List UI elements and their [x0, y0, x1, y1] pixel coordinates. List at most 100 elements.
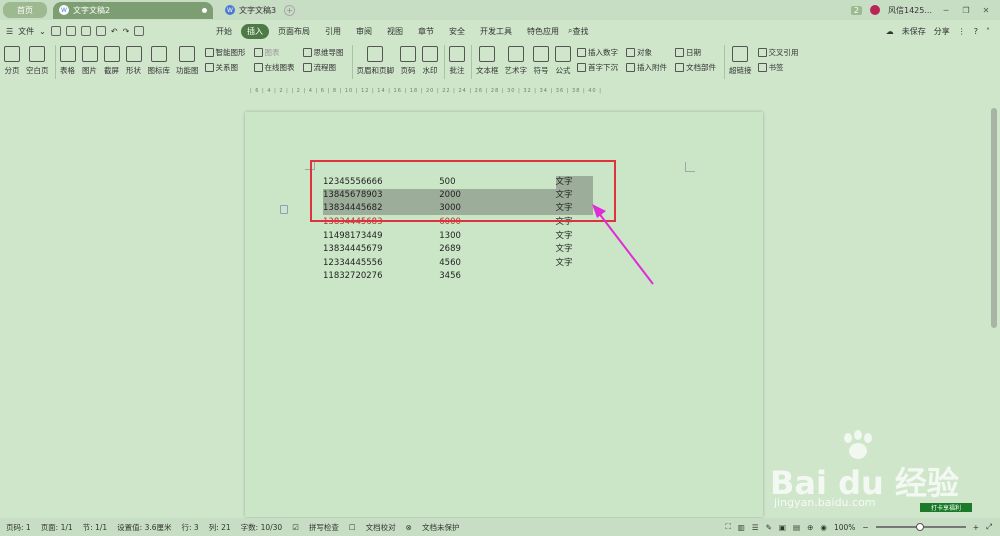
promo-badge[interactable]: 打卡享福利	[920, 503, 972, 512]
reading-icon[interactable]: ▤	[793, 523, 800, 532]
proofread-icon[interactable]: ☐	[349, 523, 356, 532]
insert-number-button[interactable]: 插入数字	[577, 47, 618, 58]
blank-page-button[interactable]: 空白页	[26, 42, 49, 76]
menu-special[interactable]: 特色应用	[521, 24, 565, 39]
vertical-scrollbar[interactable]	[990, 86, 998, 516]
status-setting[interactable]: 设置值: 3.6厘米	[117, 522, 171, 533]
vertical-ruler[interactable]	[0, 100, 12, 515]
fullscreen-icon[interactable]: ⤢	[986, 522, 992, 532]
menu-security[interactable]: 安全	[443, 24, 471, 39]
mindmap-button[interactable]: 思维导图	[302, 47, 344, 58]
add-tab-icon[interactable]: +	[284, 4, 296, 16]
page-view-icon[interactable]: ▥	[738, 523, 745, 532]
protect-icon[interactable]: ⊗	[406, 523, 412, 532]
horizontal-ruler[interactable]: | 6 | 4 | 2 | | 2 | 4 | 6 | 8 | 10 | 12 …	[250, 86, 770, 96]
date-button[interactable]: 日期	[675, 47, 716, 58]
function-chart-button[interactable]: 功能图	[176, 42, 199, 76]
smart-shape-button[interactable]: 智能图形	[204, 47, 246, 58]
icon-library-button[interactable]: 图标库	[148, 42, 170, 76]
page-number-button[interactable]: 页码	[400, 42, 416, 76]
status-words[interactable]: 字数: 10/30	[241, 522, 283, 533]
minimize-icon[interactable]: ─	[940, 6, 952, 15]
menu-layout[interactable]: 页面布局	[272, 24, 316, 39]
close-icon[interactable]: ✕	[980, 6, 992, 15]
hyperlink-button[interactable]: 超链接	[729, 42, 752, 76]
menu-review[interactable]: 审阅	[350, 24, 378, 39]
save-icon[interactable]	[80, 26, 91, 36]
header-footer-button[interactable]: 页眉和页脚	[357, 42, 394, 76]
menu-hamburger-icon[interactable]: ☰	[6, 27, 13, 36]
eye-protect-icon[interactable]: ◉	[820, 523, 827, 532]
print-layout-icon[interactable]: ▣	[779, 523, 786, 532]
pen-icon[interactable]: ✎	[766, 523, 772, 532]
window-count-badge[interactable]: 2	[850, 5, 862, 15]
bookmark-button[interactable]: 书签	[757, 62, 799, 73]
export-icon[interactable]	[95, 26, 106, 36]
crossref-button[interactable]: 交叉引用	[757, 47, 799, 58]
menu-chapter[interactable]: 章节	[412, 24, 440, 39]
menu-insert[interactable]: 插入	[241, 23, 269, 39]
attachment-button[interactable]: 插入附件	[626, 62, 667, 73]
wordart-button[interactable]: 艺术字	[505, 42, 527, 76]
status-col[interactable]: 列: 21	[209, 522, 231, 533]
shape-button[interactable]: 形状	[125, 42, 142, 76]
restore-icon[interactable]: ❐	[960, 6, 972, 15]
symbol-button[interactable]: 符号	[533, 42, 549, 76]
table-row[interactable]: 13834445679 2689 文字	[323, 243, 593, 256]
status-page[interactable]: 页码: 1	[6, 522, 31, 533]
table-button[interactable]: 表格	[59, 42, 76, 76]
scrollbar-thumb[interactable]	[991, 108, 997, 328]
status-pages[interactable]: 页面: 1/1	[41, 522, 73, 533]
status-proof[interactable]: 文档校对	[366, 522, 396, 533]
zoom-slider-knob[interactable]	[915, 523, 924, 531]
cloud-icon[interactable]: ☁	[886, 27, 894, 36]
search-label[interactable]: 查找	[572, 26, 588, 37]
print-icon[interactable]	[134, 26, 145, 36]
tab-doc-active[interactable]: W 文字文稿2	[53, 1, 213, 19]
picture-button[interactable]: 图片	[81, 42, 98, 76]
zoom-out-icon[interactable]: −	[862, 523, 868, 532]
status-spell[interactable]: 拼写检查	[309, 522, 339, 533]
more-icon[interactable]: ⋮	[958, 27, 966, 36]
open-folder-icon[interactable]	[65, 26, 76, 36]
chevron-down-icon[interactable]: ⌄	[39, 27, 46, 36]
zoom-level[interactable]: 100%	[834, 523, 855, 532]
chevron-up-icon[interactable]: ˄	[986, 27, 990, 36]
undo-icon[interactable]: ↶	[111, 27, 118, 36]
tab-home[interactable]: 首页	[3, 2, 47, 18]
new-doc-icon[interactable]	[50, 26, 61, 36]
redo-icon[interactable]: ↷	[123, 27, 130, 36]
zoom-slider[interactable]	[875, 523, 966, 531]
avatar[interactable]	[870, 5, 880, 15]
relation-button[interactable]: 关系图	[204, 62, 246, 73]
comment-button[interactable]: 批注	[449, 42, 465, 76]
flowchart-button[interactable]: 流程图	[302, 62, 344, 73]
table-row[interactable]: 11832720276 3456	[323, 270, 593, 283]
status-line[interactable]: 行: 3	[182, 522, 199, 533]
formula-button[interactable]: 公式	[555, 42, 571, 76]
table-row[interactable]: 11498173449 1300 文字	[323, 230, 593, 243]
online-chart-button[interactable]: 在线图表	[253, 62, 295, 73]
menu-reference[interactable]: 引用	[319, 24, 347, 39]
document-page[interactable]: 12345556666 500 文字 13845678903 2000 文字 1…	[245, 112, 763, 517]
share-label[interactable]: 分享	[934, 26, 950, 37]
tab-doc-inactive[interactable]: W 文字文稿3 +	[219, 2, 379, 19]
menu-view[interactable]: 视图	[381, 24, 409, 39]
paste-options-icon[interactable]	[280, 205, 288, 214]
status-section[interactable]: 节: 1/1	[83, 522, 107, 533]
web-view-icon[interactable]: ⊕	[807, 523, 813, 532]
screenshot-button[interactable]: 截屏	[103, 42, 120, 76]
status-protect[interactable]: 文档未保护	[422, 522, 460, 533]
menu-file[interactable]: 文件	[18, 26, 34, 37]
dropcap-button[interactable]: 首字下沉	[577, 62, 618, 73]
outline-view-icon[interactable]: ☰	[752, 523, 759, 532]
watermark-button[interactable]: 水印	[422, 42, 438, 76]
table-row[interactable]: 12334445556 4560 文字	[323, 257, 593, 270]
object-button[interactable]: 对象	[626, 47, 667, 58]
page-break-button[interactable]: 分页	[4, 42, 20, 76]
zoom-in-icon[interactable]: +	[973, 523, 979, 532]
spell-check-icon[interactable]: ☑	[292, 523, 299, 532]
chart-button[interactable]: 图表	[253, 47, 295, 58]
unsaved-label[interactable]: 未保存	[902, 26, 926, 37]
help-icon[interactable]: ?	[974, 27, 978, 36]
